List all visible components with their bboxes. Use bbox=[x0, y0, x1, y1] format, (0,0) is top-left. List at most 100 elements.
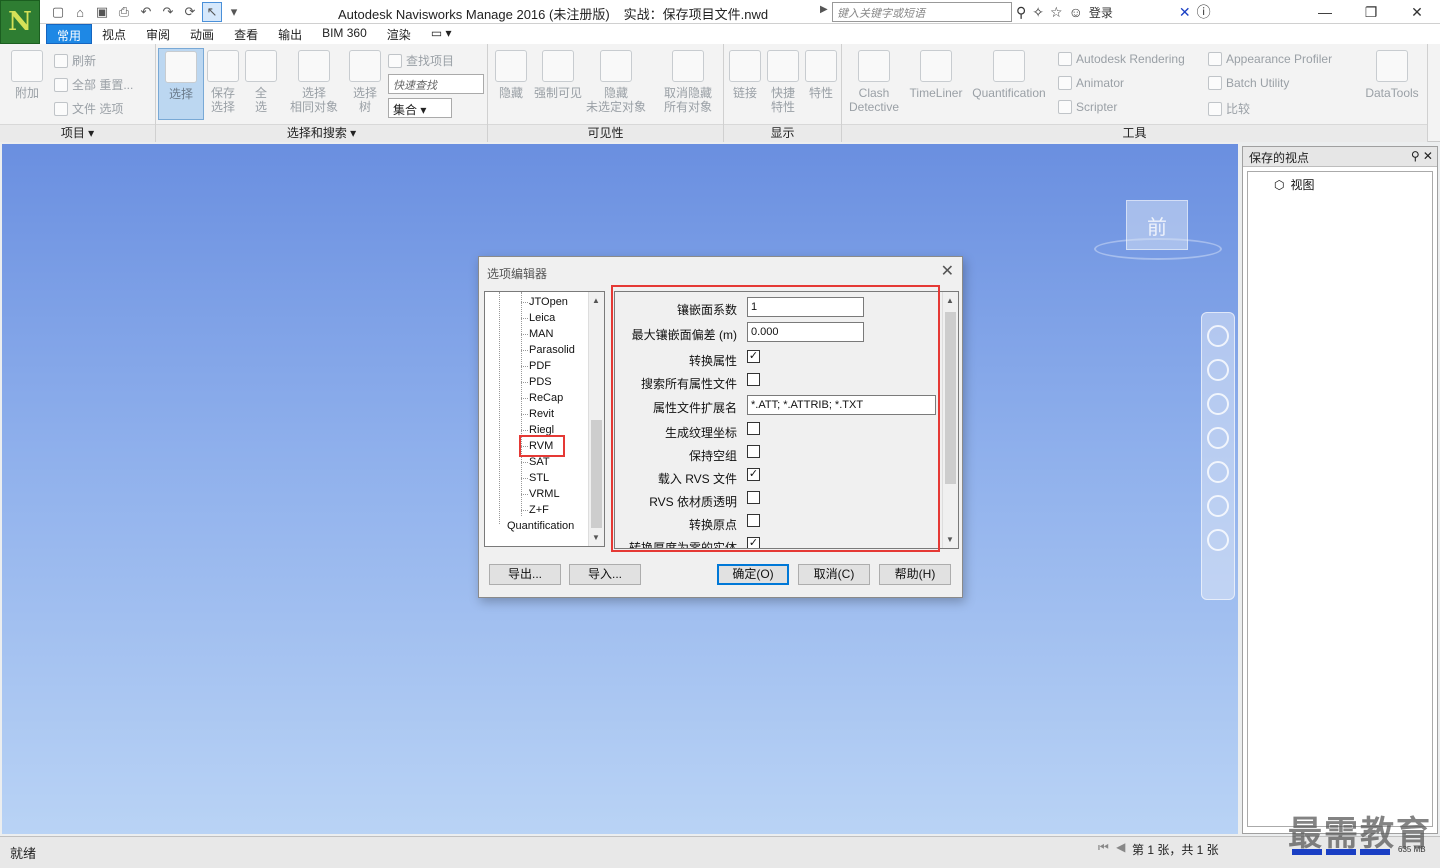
cancel-button[interactable]: 取消(C) bbox=[798, 564, 870, 585]
viewpoint-item[interactable]: ⬡ 视图 bbox=[1256, 176, 1424, 193]
walk-icon[interactable] bbox=[1207, 495, 1229, 517]
tree-item-man[interactable]: MAN bbox=[529, 328, 553, 340]
hide-button[interactable]: 隐藏 bbox=[494, 50, 528, 100]
save-selection-button[interactable]: 保存 选择 bbox=[206, 50, 240, 114]
restore-icon[interactable]: ❐ bbox=[1348, 0, 1394, 24]
autodesk-rendering-button[interactable]: Autodesk Rendering bbox=[1058, 52, 1185, 66]
tree-scroll-thumb[interactable] bbox=[591, 420, 602, 528]
file-options-button[interactable]: 文件 选项 bbox=[54, 100, 123, 117]
select-all-button[interactable]: 全 选 bbox=[244, 50, 278, 114]
tree-item-sat[interactable]: SAT bbox=[529, 456, 550, 468]
tab-view[interactable]: 查看 bbox=[224, 24, 268, 44]
redo-icon[interactable]: ↷ bbox=[158, 2, 178, 22]
user-icon[interactable]: ☺ bbox=[1069, 4, 1083, 20]
pan-hand-icon[interactable] bbox=[1207, 359, 1229, 381]
tab-viewpoint[interactable]: 视点 bbox=[92, 24, 136, 44]
viewcube[interactable]: 前 bbox=[1126, 200, 1188, 250]
panel-title-select-search[interactable]: 选择和搜索 ▾ bbox=[156, 124, 487, 142]
tree-item-revit[interactable]: Revit bbox=[529, 408, 554, 420]
import-button[interactable]: 导入... bbox=[569, 564, 641, 585]
exchange-icon[interactable]: ✕ bbox=[1179, 4, 1191, 21]
tree-item-zf[interactable]: Z+F bbox=[529, 504, 549, 516]
select-cursor-icon[interactable]: ↖ bbox=[202, 2, 222, 22]
search-expand-icon[interactable]: ▶ bbox=[820, 4, 828, 15]
quick-find-input[interactable]: 快速查找 bbox=[388, 74, 484, 94]
tab-home[interactable]: 常用 bbox=[46, 24, 93, 44]
application-menu-button[interactable]: N bbox=[0, 0, 40, 44]
animator-button[interactable]: Animator bbox=[1058, 76, 1124, 90]
subscription-icon[interactable]: ✧ bbox=[1032, 4, 1044, 21]
select-button[interactable]: 选择 bbox=[158, 48, 204, 120]
unhide-all-button[interactable]: 取消隐藏 所有对象 bbox=[656, 50, 720, 114]
hide-unselected-button[interactable]: 隐藏 未选定对象 bbox=[584, 50, 648, 114]
tree-item-parasolid[interactable]: Parasolid bbox=[529, 344, 575, 356]
dialog-close-icon[interactable]: ✕ bbox=[941, 261, 954, 281]
tab-review[interactable]: 审阅 bbox=[136, 24, 180, 44]
binoculars-icon[interactable]: ⚲ bbox=[1016, 4, 1026, 21]
zoom-window-icon[interactable] bbox=[1207, 393, 1229, 415]
login-link[interactable]: 登录 bbox=[1089, 4, 1113, 21]
appearance-profiler-button[interactable]: Appearance Profiler bbox=[1208, 52, 1332, 66]
scroll-down-icon[interactable]: ▼ bbox=[592, 533, 600, 542]
datatools-button[interactable]: DataTools bbox=[1362, 50, 1422, 100]
props-scroll-thumb[interactable] bbox=[945, 312, 956, 484]
tab-bim360[interactable]: BIM 360 bbox=[312, 24, 377, 44]
tree-item-pds[interactable]: PDS bbox=[529, 376, 552, 388]
help-icon[interactable]: ⓘ bbox=[1197, 2, 1211, 22]
panel-pin-close-icons[interactable]: ⚲ ✕ bbox=[1411, 149, 1433, 163]
select-tool-icon[interactable] bbox=[1207, 529, 1229, 551]
tree-item-pdf[interactable]: PDF bbox=[529, 360, 551, 372]
save-icon[interactable]: ▣ bbox=[92, 2, 112, 22]
open-file-icon[interactable]: ⌂ bbox=[70, 2, 90, 22]
steering-wheel-icon[interactable] bbox=[1207, 325, 1229, 347]
links-button[interactable]: 链接 bbox=[728, 50, 762, 100]
scroll-up-icon[interactable]: ▲ bbox=[592, 296, 600, 305]
print-icon[interactable]: ⎙ bbox=[114, 2, 134, 22]
props-scroll-down-icon[interactable]: ▼ bbox=[946, 535, 954, 544]
selection-tree-button[interactable]: 选择 树 bbox=[348, 50, 382, 114]
sets-dropdown[interactable]: 集合 ▾ bbox=[388, 98, 452, 118]
require-button[interactable]: 强制可见 bbox=[532, 50, 584, 100]
tree-item-jtopen[interactable]: JTOpen bbox=[529, 296, 568, 308]
compare-button[interactable]: 比较 bbox=[1208, 100, 1250, 117]
export-button[interactable]: 导出... bbox=[489, 564, 561, 585]
close-icon[interactable]: ✕ bbox=[1394, 0, 1440, 24]
qat-dropdown-icon[interactable]: ▾ bbox=[224, 2, 244, 22]
help-search-input[interactable]: 键入关键字或短语 bbox=[832, 2, 1012, 22]
tab-render[interactable]: 渲染 bbox=[377, 24, 421, 44]
batch-utility-button[interactable]: Batch Utility bbox=[1208, 76, 1289, 90]
ok-button[interactable]: 确定(O) bbox=[717, 564, 789, 585]
refresh-icon[interactable]: ⟳ bbox=[180, 2, 200, 22]
properties-button[interactable]: 特性 bbox=[804, 50, 838, 100]
properties-scrollbar[interactable]: ▲ ▼ bbox=[942, 292, 958, 548]
append-button[interactable]: 附加 bbox=[8, 50, 46, 100]
favorites-star-icon[interactable]: ☆ bbox=[1050, 4, 1063, 21]
refresh-button[interactable]: 刷新 bbox=[54, 52, 96, 69]
props-scroll-up-icon[interactable]: ▲ bbox=[946, 296, 954, 305]
quick-properties-button[interactable]: 快捷 特性 bbox=[766, 50, 800, 114]
tree-scrollbar[interactable]: ▲ ▼ bbox=[588, 292, 604, 546]
sheet-nav-back-icons[interactable]: ⏮ ◀ bbox=[1098, 840, 1127, 855]
look-around-icon[interactable] bbox=[1207, 461, 1229, 483]
undo-icon[interactable]: ↶ bbox=[136, 2, 156, 22]
reset-all-button[interactable]: 全部 重置... bbox=[54, 76, 133, 93]
tree-item-quantification[interactable]: Quantification bbox=[507, 520, 574, 532]
help-button[interactable]: 帮助(H) bbox=[879, 564, 951, 585]
orbit-icon[interactable] bbox=[1207, 427, 1229, 449]
new-file-icon[interactable]: ▢ bbox=[48, 2, 68, 22]
select-same-button[interactable]: 选择 相同对象 bbox=[286, 50, 342, 114]
quantification-button[interactable]: Quantification bbox=[968, 50, 1050, 100]
scripter-button[interactable]: Scripter bbox=[1058, 100, 1117, 114]
tree-item-recap[interactable]: ReCap bbox=[529, 392, 563, 404]
tree-item-stl[interactable]: STL bbox=[529, 472, 549, 484]
timeliner-button[interactable]: TimeLiner bbox=[906, 50, 966, 100]
tab-extra-dropdown[interactable]: ▭ ▾ bbox=[421, 24, 462, 44]
tab-animation[interactable]: 动画 bbox=[180, 24, 224, 44]
tree-item-leica[interactable]: Leica bbox=[529, 312, 555, 324]
clash-detective-button[interactable]: Clash Detective bbox=[846, 50, 902, 114]
tab-output[interactable]: 输出 bbox=[268, 24, 312, 44]
minimize-icon[interactable]: — bbox=[1302, 0, 1348, 24]
tree-item-vrml[interactable]: VRML bbox=[529, 488, 560, 500]
find-items-button[interactable]: 查找项目 bbox=[388, 52, 454, 69]
panel-title-project[interactable]: 项目 ▾ bbox=[0, 124, 155, 142]
